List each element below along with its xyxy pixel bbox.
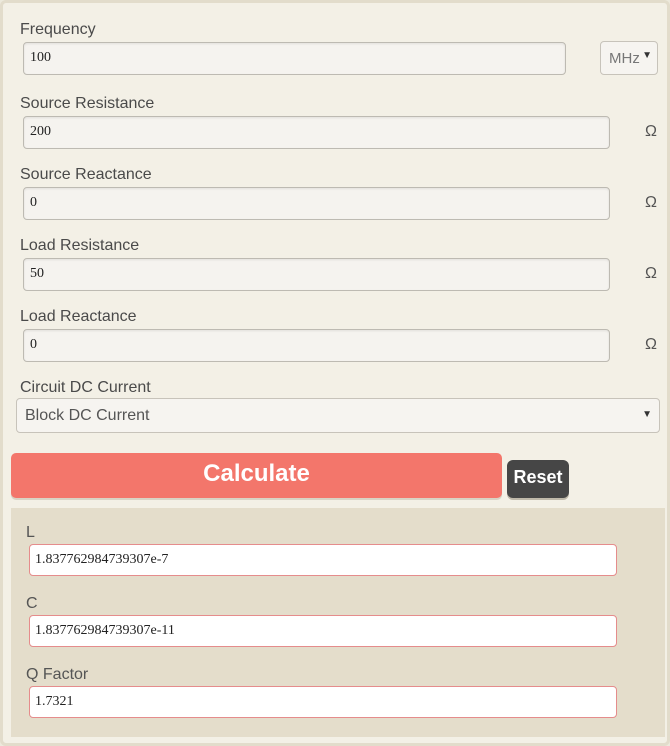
source-resistance-input[interactable]: 200 [23,116,610,149]
circuit-dc-current-select[interactable]: Block DC Current ▼ [16,398,660,433]
q-factor-output[interactable]: 1.7321 [29,686,617,718]
calculator-panel: Frequency 100 MHz ▼ Source Resistance 20… [0,0,670,746]
source-reactance-input[interactable]: 0 [23,187,610,220]
load-resistance-input[interactable]: 50 [23,258,610,291]
load-resistance-label: Load Resistance [20,237,140,254]
chevron-down-icon: ▼ [642,50,652,61]
source-resistance-label: Source Resistance [20,95,155,112]
frequency-unit-value: MHz [609,50,640,67]
capacitance-label: C [26,595,38,612]
frequency-label: Frequency [20,21,96,38]
inductance-output[interactable]: 1.837762984739307e-7 [29,544,617,576]
source-reactance-label: Source Reactance [20,166,152,183]
circuit-dc-current-label: Circuit DC Current [20,379,151,396]
ohm-unit-label: Ω [645,336,657,353]
ohm-unit-label: Ω [645,265,657,282]
chevron-down-icon: ▼ [642,409,652,420]
capacitance-output[interactable]: 1.837762984739307e-11 [29,615,617,647]
ohm-unit-label: Ω [645,123,657,140]
results-panel: L 1.837762984739307e-7 C 1.8377629847393… [11,508,665,737]
ohm-unit-label: Ω [645,194,657,211]
frequency-input[interactable]: 100 [23,42,566,75]
inductance-label: L [26,524,35,541]
calculate-button[interactable]: Calculate [11,453,502,498]
reset-button[interactable]: Reset [507,460,569,498]
frequency-unit-select[interactable]: MHz ▼ [600,41,658,75]
load-reactance-label: Load Reactance [20,308,137,325]
q-factor-label: Q Factor [26,666,89,683]
load-reactance-input[interactable]: 0 [23,329,610,362]
circuit-dc-current-value: Block DC Current [25,407,150,424]
